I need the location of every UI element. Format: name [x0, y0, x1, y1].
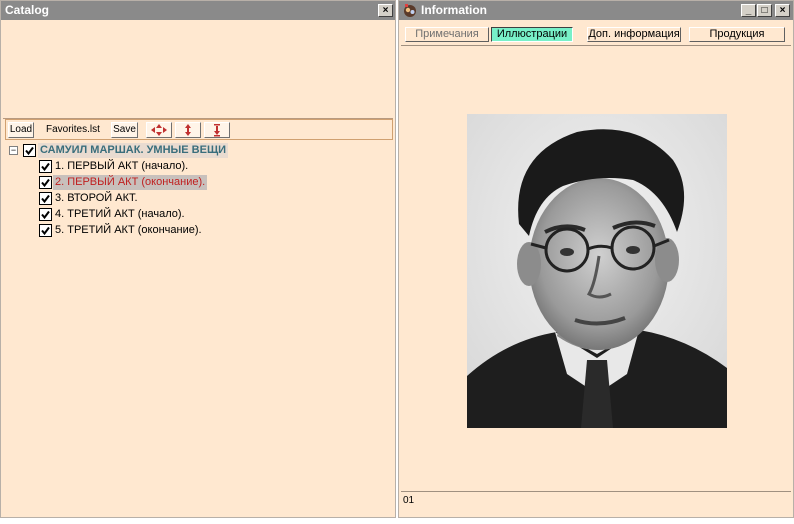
- move-down-icon: [214, 124, 220, 137]
- info-tabs: Примечания Иллюстрации Доп. информация П…: [403, 27, 789, 44]
- catalog-panel: Catalog × Load Favorites.lst Save − САМУ…: [0, 0, 396, 518]
- move-bottom-button[interactable]: [204, 122, 230, 138]
- move-up-down-button[interactable]: [175, 122, 201, 138]
- status-text: 01: [403, 495, 415, 506]
- tab-notes[interactable]: Примечания: [405, 27, 489, 42]
- check-icon: [41, 162, 50, 172]
- item-checkbox[interactable]: [39, 192, 52, 205]
- check-icon: [41, 210, 50, 220]
- check-icon: [25, 146, 34, 156]
- catalog-toolbar: Load Favorites.lst Save: [5, 119, 393, 140]
- app-icon: [404, 4, 416, 17]
- tree-root-label: САМУИЛ МАРШАК. УМНЫЕ ВЕЩИ: [38, 143, 229, 158]
- information-titlebar[interactable]: Information: [399, 1, 793, 20]
- information-panel: Information _ □ × Примечания Иллюстрации…: [398, 0, 794, 518]
- tree-item[interactable]: 4. ТРЕТИЙ АКТ (начало).: [39, 207, 299, 222]
- maximize-button[interactable]: □: [757, 4, 772, 17]
- tab-extra-info[interactable]: Доп. информация: [587, 27, 681, 42]
- catalog-close-button[interactable]: ×: [378, 4, 393, 17]
- tree-item-label: 3. ВТОРОЙ АКТ.: [55, 192, 138, 204]
- tab-products[interactable]: Продукция: [689, 27, 785, 42]
- item-checkbox[interactable]: [39, 224, 52, 237]
- save-button[interactable]: Save: [111, 122, 138, 138]
- item-checkbox[interactable]: [39, 208, 52, 221]
- information-close-button[interactable]: ×: [775, 4, 790, 17]
- tree-item-label: 4. ТРЕТИЙ АКТ (начало).: [55, 208, 185, 220]
- item-checkbox[interactable]: [39, 160, 52, 173]
- information-title: Information: [421, 3, 487, 17]
- root-checkbox[interactable]: [23, 144, 36, 157]
- portrait-photo: [467, 114, 727, 428]
- catalog-title: Catalog: [5, 3, 50, 17]
- tree-item-label-selected: 2. ПЕРВЫЙ АКТ (окончание).: [53, 175, 208, 190]
- tree-item-label: 5. ТРЕТИЙ АКТ (окончание).: [55, 224, 202, 236]
- up-down-arrows-icon: [185, 124, 191, 136]
- tree-item[interactable]: 1. ПЕРВЫЙ АКТ (начало).: [39, 159, 299, 174]
- check-icon: [41, 178, 50, 188]
- collapse-icon[interactable]: −: [9, 146, 18, 155]
- tree-root[interactable]: − САМУИЛ МАРШАК. УМНЫЕ ВЕЩИ: [7, 143, 247, 158]
- load-button[interactable]: Load: [8, 122, 34, 138]
- item-checkbox[interactable]: [39, 176, 52, 189]
- tree-item-label: 1. ПЕРВЫЙ АКТ (начало).: [55, 160, 189, 172]
- favorites-file-name: Favorites.lst: [46, 124, 100, 135]
- tree-item[interactable]: 2. ПЕРВЫЙ АКТ (окончание).: [39, 175, 299, 190]
- catalog-description-area: [3, 21, 393, 119]
- catalog-titlebar[interactable]: Catalog: [1, 1, 395, 20]
- tree-item[interactable]: 3. ВТОРОЙ АКТ.: [39, 191, 299, 206]
- check-icon: [41, 226, 50, 236]
- move-arrows-icon: [151, 124, 167, 136]
- minimize-button[interactable]: _: [741, 4, 756, 17]
- move-all-directions-button[interactable]: [146, 122, 172, 138]
- status-bar: 01: [401, 491, 791, 517]
- tree-item[interactable]: 5. ТРЕТИЙ АКТ (окончание).: [39, 223, 299, 238]
- illustration-area: [401, 45, 791, 491]
- tab-illustrations[interactable]: Иллюстрации: [491, 27, 573, 42]
- check-icon: [41, 194, 50, 204]
